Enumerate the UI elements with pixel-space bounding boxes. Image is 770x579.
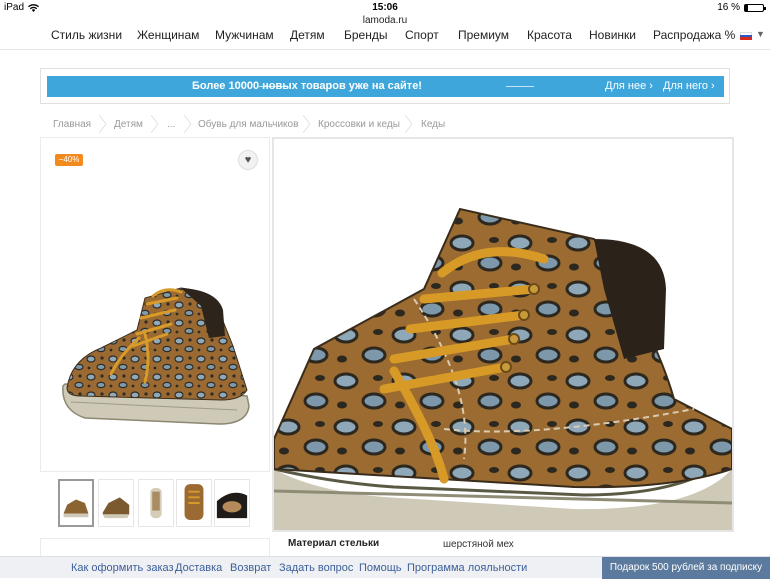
crumb-current: Кеды — [421, 119, 446, 130]
discount-badge: −40% — [55, 154, 83, 166]
nav-item-sport[interactable]: Спорт — [405, 28, 439, 42]
nav-item-lifestyle[interactable]: Стиль жизни — [51, 28, 122, 42]
nav-item-men[interactable]: Мужчинам — [215, 28, 274, 42]
nav-divider — [0, 49, 770, 50]
ru-flag-icon[interactable] — [740, 32, 752, 40]
crumb-separator — [150, 115, 159, 133]
promo-dash-right — [506, 86, 534, 87]
nav-item-sale[interactable]: Распродажа % — [653, 28, 735, 42]
spec-value-insole: шерстяной мех — [443, 539, 514, 550]
crumb-sneakers[interactable]: Кроссовки и кеды — [318, 119, 400, 130]
nav-item-kids[interactable]: Детям — [290, 28, 325, 42]
crumb-separator — [404, 115, 413, 133]
thumbnail-image — [150, 487, 162, 519]
thumbnail-1[interactable] — [58, 479, 94, 527]
nav-item-beauty[interactable]: Красота — [527, 28, 572, 42]
crumb-home[interactable]: Главная — [53, 119, 91, 130]
promo-banner[interactable]: Более 10000 новых товаров уже на сайте! … — [47, 76, 724, 97]
thumbnail-3[interactable] — [138, 479, 174, 527]
promo-link-her[interactable]: Для нее › — [605, 80, 653, 92]
battery-icon — [744, 3, 766, 12]
chevron-down-icon[interactable]: ▼ — [756, 29, 765, 39]
crumb-separator — [302, 115, 311, 133]
footer-link-ask-question[interactable]: Задать вопрос — [279, 562, 353, 574]
nav-item-premium[interactable]: Премиум — [458, 28, 509, 42]
heart-icon[interactable]: ♥ — [238, 150, 258, 170]
footer-link-delivery[interactable]: Доставка — [175, 562, 222, 574]
thumbnail-image — [63, 499, 89, 518]
thumbnail-4[interactable] — [176, 479, 212, 527]
main-nav: Стиль жизни Женщинам Мужчинам Детям Брен… — [0, 26, 770, 48]
crumb-boys-shoes[interactable]: Обувь для мальчиков — [198, 119, 298, 130]
clock: 15:06 — [372, 2, 398, 13]
product-image — [62, 287, 250, 425]
product-image-panel[interactable] — [40, 137, 270, 472]
ios-status-bar: iPad 15:06 16 % — [0, 0, 770, 15]
thumbnail-2[interactable] — [98, 479, 134, 527]
battery-percent: 16 % — [717, 2, 740, 13]
crumb-separator — [183, 115, 192, 133]
nav-item-women[interactable]: Женщинам — [137, 28, 199, 42]
bottom-bar: Как оформить заказ Доставка Возврат Зада… — [0, 556, 770, 579]
spec-label-insole: Материал стельки — [288, 538, 380, 549]
thumbnail-5[interactable] — [214, 479, 250, 527]
footer-link-loyalty[interactable]: Программа лояльности — [407, 562, 527, 574]
thumbnail-image — [102, 497, 130, 519]
thumbnail-image — [216, 492, 248, 519]
footer-link-returns[interactable]: Возврат — [230, 562, 271, 574]
crumb-separator — [98, 115, 107, 133]
thumbnail-image — [184, 484, 204, 520]
nav-item-new[interactable]: Новинки — [589, 28, 636, 42]
status-right: 16 % — [717, 2, 766, 13]
gift-subscribe-button[interactable]: Подарок 500 рублей за подписку — [602, 557, 770, 579]
promo-link-him[interactable]: Для него › — [663, 80, 715, 92]
footer-link-help[interactable]: Помощь — [359, 562, 402, 574]
nav-item-brands[interactable]: Бренды — [344, 28, 387, 42]
zoomed-shoe-image — [274, 207, 732, 530]
crumb-kids[interactable]: Детям — [114, 119, 143, 130]
promo-message: Более 10000 новых товаров уже на сайте! — [192, 80, 422, 92]
crumb-ellipsis[interactable]: ... — [167, 119, 175, 130]
product-zoom-image[interactable] — [272, 137, 734, 532]
footer-link-how-to-order[interactable]: Как оформить заказ — [71, 562, 174, 574]
